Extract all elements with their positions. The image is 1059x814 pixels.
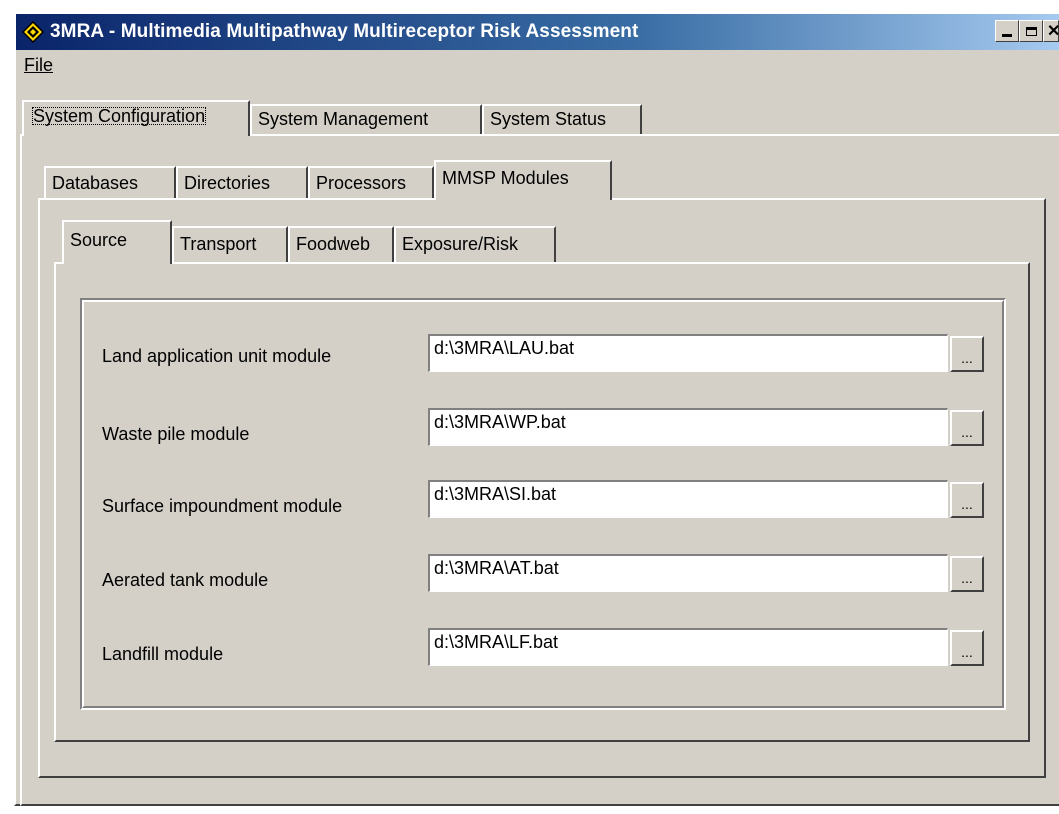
tab-system-status[interactable]: System Status — [482, 104, 642, 134]
source-panel: Land application unit module d:\3MRA\LAU… — [54, 262, 1030, 742]
modules-group: Land application unit module d:\3MRA\LAU… — [80, 298, 1006, 710]
system-configuration-panel: Databases Directories Processors MMSP Mo… — [20, 134, 1059, 806]
surface-impoundment-browse-button[interactable]: ... — [950, 482, 984, 518]
tab-label: Source — [70, 230, 128, 250]
tab-label: Processors — [316, 173, 407, 193]
tab-label: Foodweb — [296, 234, 371, 254]
close-icon: ✕ — [1047, 23, 1059, 40]
land-application-unit-browse-button[interactable]: ... — [950, 336, 984, 372]
landfill-browse-button[interactable]: ... — [950, 630, 984, 666]
tab-label: System Configuration — [30, 105, 208, 127]
tab-mmsp-modules[interactable]: MMSP Modules — [434, 160, 612, 200]
tab-label: Exposure/Risk — [402, 234, 519, 254]
tab-system-management[interactable]: System Management — [250, 104, 482, 134]
waste-pile-label: Waste pile module — [102, 424, 250, 444]
surface-impoundment-path-field[interactable]: d:\3MRA\SI.bat — [428, 480, 948, 518]
aerated-tank-path-field[interactable]: d:\3MRA\AT.bat — [428, 554, 948, 592]
mmsp-modules-panel: Source Transport Foodweb Exposure/Risk L… — [38, 198, 1046, 778]
tab-system-configuration[interactable]: System Configuration — [22, 100, 250, 136]
title-bar[interactable]: 3MRA - Multimedia Multipathway Multirece… — [16, 14, 1059, 50]
waste-pile-path-field[interactable]: d:\3MRA\WP.bat — [428, 408, 948, 446]
tab-databases[interactable]: Databases — [44, 166, 176, 198]
tab-processors[interactable]: Processors — [308, 166, 434, 198]
maximize-icon — [1025, 26, 1037, 36]
landfill-path-field[interactable]: d:\3MRA\LF.bat — [428, 628, 948, 666]
minimize-icon — [1002, 33, 1012, 37]
tab-source[interactable]: Source — [62, 220, 172, 264]
tab-label: System Management — [258, 109, 429, 129]
tab-label: Directories — [184, 173, 271, 193]
app-window: 3MRA - Multimedia Multipathway Multirece… — [14, 12, 1059, 806]
menu-file[interactable]: File — [18, 55, 59, 76]
tab-label: Transport — [180, 234, 257, 254]
tab-directories[interactable]: Directories — [176, 166, 308, 198]
menu-bar: File — [18, 52, 59, 78]
maximize-button[interactable] — [1019, 20, 1043, 42]
waste-pile-browse-button[interactable]: ... — [950, 410, 984, 446]
land-application-unit-path-field[interactable]: d:\3MRA\LAU.bat — [428, 334, 948, 372]
tab-exposure-risk[interactable]: Exposure/Risk — [394, 226, 556, 262]
minimize-button[interactable] — [995, 20, 1019, 42]
landfill-label: Landfill module — [102, 644, 224, 664]
close-button[interactable]: ✕ — [1043, 20, 1059, 42]
land-application-unit-label: Land application unit module — [102, 346, 332, 366]
tab-label: MMSP Modules — [442, 168, 569, 188]
tab-label: Databases — [52, 173, 139, 193]
tab-transport[interactable]: Transport — [172, 226, 288, 262]
tab-label: System Status — [490, 109, 607, 129]
window-title: 3MRA - Multimedia Multipathway Multirece… — [50, 21, 639, 42]
aerated-tank-label: Aerated tank module — [102, 570, 269, 590]
aerated-tank-browse-button[interactable]: ... — [950, 556, 984, 592]
surface-impoundment-label: Surface impoundment module — [102, 496, 343, 516]
tab-foodweb[interactable]: Foodweb — [288, 226, 394, 262]
diamond-warning-icon — [22, 21, 44, 43]
